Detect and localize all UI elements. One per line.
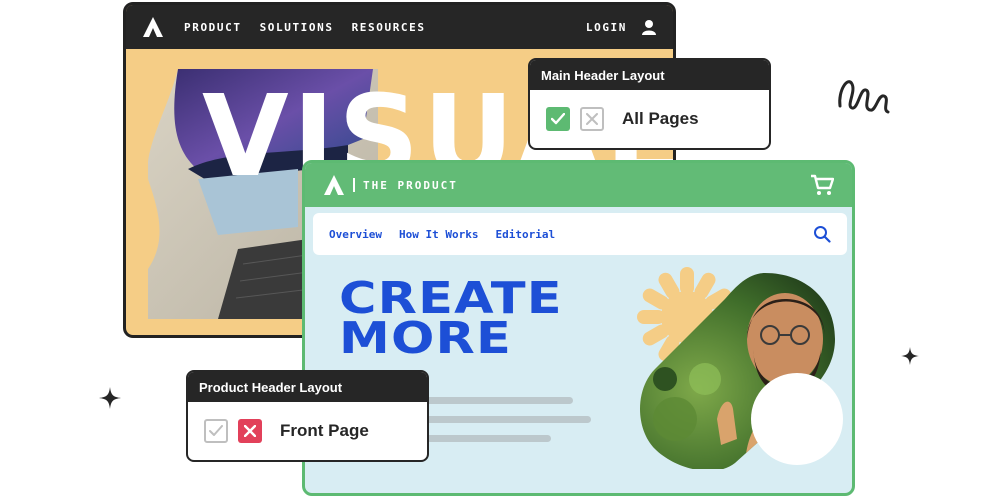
option-label: Front Page (280, 421, 369, 440)
logo-icon[interactable] (142, 16, 164, 38)
check-icon (209, 425, 223, 436)
main-header-layout-card: Main Header Layout All Pages (528, 58, 771, 150)
exclude-checkbox[interactable] (238, 419, 262, 443)
exclude-checkbox[interactable] (580, 107, 604, 131)
include-checkbox[interactable] (204, 419, 228, 443)
placeholder-text-line (423, 416, 591, 423)
nav-solutions[interactable]: SOLUTIONS (260, 21, 334, 34)
subnav-how-it-works[interactable]: How It Works (399, 228, 478, 241)
front-subnav: Overview How It Works Editorial (313, 213, 847, 255)
login-link[interactable]: LOGIN (586, 21, 627, 34)
portrait-photo (640, 273, 843, 469)
squiggle-icon (838, 80, 890, 114)
close-icon (244, 425, 256, 437)
logo-icon[interactable] (323, 174, 345, 196)
product-header-layout-card: Product Header Layout Front Page (186, 370, 429, 462)
search-icon[interactable] (813, 225, 831, 243)
cart-icon[interactable] (810, 174, 834, 196)
user-icon[interactable] (641, 19, 657, 35)
include-checkbox[interactable] (546, 107, 570, 131)
front-site-header: THE PRODUCT (305, 163, 852, 207)
option-label: All Pages (622, 109, 699, 128)
card-title: Main Header Layout (530, 60, 769, 90)
back-site-nav: PRODUCT SOLUTIONS RESOURCES LOGIN (126, 5, 673, 49)
title-divider (353, 178, 355, 192)
placeholder-text-line (423, 435, 551, 442)
sparkle-icon (901, 347, 919, 365)
nav-product[interactable]: PRODUCT (184, 21, 242, 34)
decorative-circle (751, 373, 843, 465)
sparkle-icon (99, 387, 121, 409)
subnav-editorial[interactable]: Editorial (495, 228, 555, 241)
front-site-title: THE PRODUCT (363, 178, 458, 192)
check-icon (551, 113, 565, 125)
subnav-overview[interactable]: Overview (329, 228, 382, 241)
close-icon (586, 113, 598, 125)
hero-heading-line2: MORE (339, 313, 513, 364)
placeholder-text-line (423, 397, 573, 404)
nav-resources[interactable]: RESOURCES (352, 21, 426, 34)
card-title: Product Header Layout (188, 372, 427, 402)
